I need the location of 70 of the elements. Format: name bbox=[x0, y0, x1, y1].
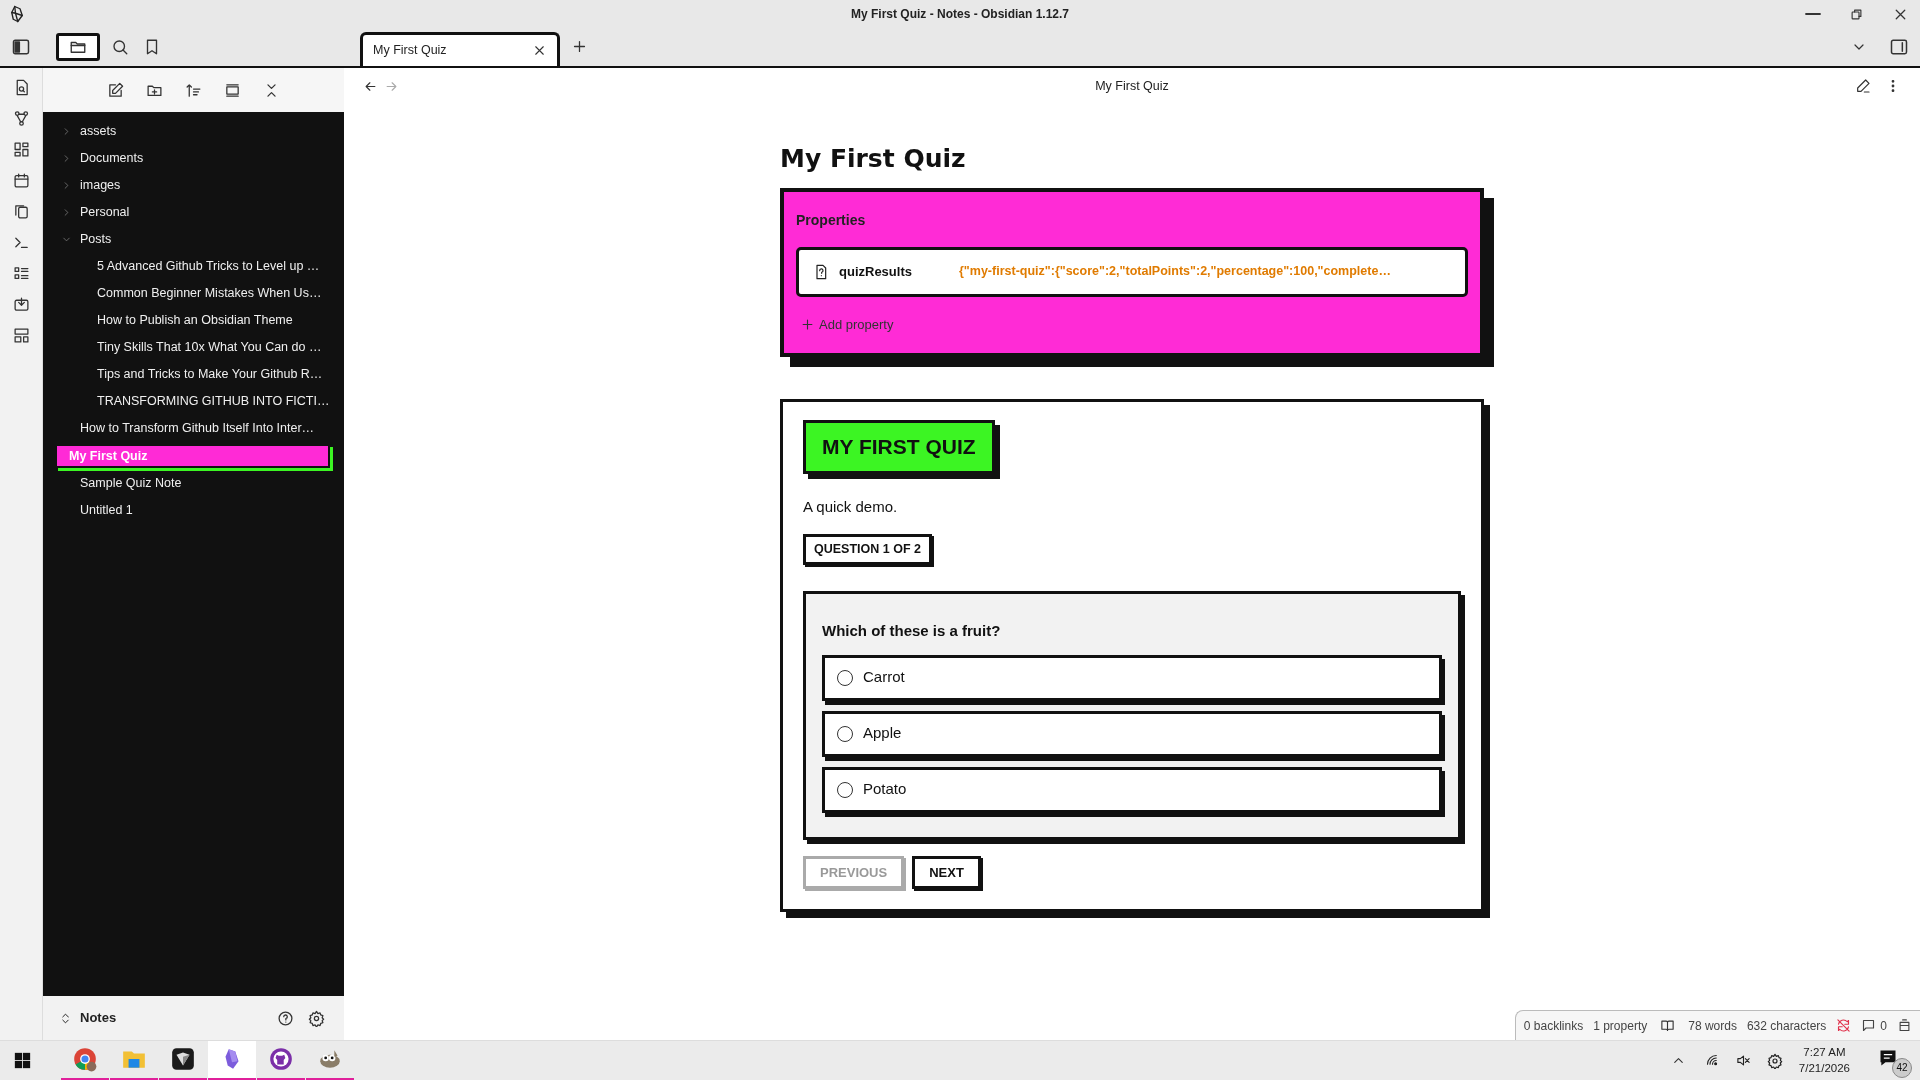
view-title: My First Quiz bbox=[1095, 77, 1169, 95]
folder-item[interactable]: assets bbox=[43, 118, 344, 145]
backlinks-count[interactable]: 0 backlinks bbox=[1523, 1016, 1584, 1035]
sidebar-icon bbox=[1889, 37, 1909, 57]
restore-icon bbox=[1849, 6, 1864, 22]
layout-icon bbox=[12, 327, 30, 344]
gear-icon bbox=[1766, 1052, 1783, 1069]
properties-heading: Properties bbox=[796, 210, 867, 230]
clock-date[interactable]: 7/21/2026 bbox=[1798, 1060, 1850, 1076]
copy-icon bbox=[12, 203, 30, 220]
file-item[interactable]: 5 Advanced Github Tricks to Level up … bbox=[43, 253, 344, 280]
word-count: 78 words bbox=[1688, 1017, 1737, 1035]
property-key: quizResults bbox=[839, 261, 959, 282]
settings-icon bbox=[308, 1009, 325, 1027]
question-counter: QUESTION 1 OF 2 bbox=[803, 534, 932, 565]
stack-icon bbox=[1897, 1018, 1912, 1033]
file-item[interactable]: Tips and Tricks to Make Your Github R… bbox=[43, 361, 344, 388]
file-item[interactable]: Untitled 1 bbox=[43, 497, 344, 524]
file-item[interactable]: How to Transform Github Itself Into Inter… bbox=[43, 415, 344, 442]
unknown-type-icon bbox=[813, 263, 829, 280]
comment-count: 0 bbox=[1880, 1017, 1887, 1035]
sort-icon bbox=[185, 81, 202, 99]
grid-icon bbox=[12, 141, 30, 158]
rectangle-icon bbox=[224, 81, 241, 99]
speaker-muted-icon bbox=[1735, 1053, 1751, 1068]
comment-icon bbox=[1861, 1018, 1877, 1033]
quiz-nav-button[interactable]: NEXT bbox=[912, 855, 981, 889]
cube-app-icon bbox=[170, 1046, 196, 1072]
folder-item[interactable]: Posts bbox=[43, 226, 344, 253]
pencil-square-icon bbox=[107, 81, 124, 99]
plus-icon bbox=[571, 38, 588, 55]
sidebar-icon bbox=[11, 37, 31, 57]
pencil-icon bbox=[1855, 78, 1871, 94]
file-item[interactable]: Tiny Skills That 10x What You Can do … bbox=[43, 334, 344, 361]
note-tab[interactable]: My First Quiz bbox=[360, 32, 560, 66]
vault-switcher-icon bbox=[59, 1011, 72, 1025]
vault-name[interactable]: Notes bbox=[80, 1008, 117, 1028]
wifi-icon bbox=[1704, 1053, 1720, 1068]
folder-item[interactable]: Personal bbox=[43, 199, 344, 226]
download-icon bbox=[12, 296, 30, 313]
close-icon bbox=[532, 43, 547, 58]
close-tab-button[interactable] bbox=[532, 43, 547, 58]
properties-count: 1 property bbox=[1593, 1017, 1648, 1035]
clock-time[interactable]: 7:27 AM bbox=[1798, 1045, 1850, 1061]
minimize-icon bbox=[1805, 12, 1821, 16]
file-item[interactable]: Common Beginner Mistakes When Us… bbox=[43, 280, 344, 307]
folder-item[interactable]: images bbox=[43, 172, 344, 199]
chrome-icon bbox=[72, 1046, 98, 1072]
start-button[interactable] bbox=[14, 1052, 31, 1069]
graph-icon bbox=[12, 110, 30, 127]
help-icon bbox=[277, 1009, 294, 1027]
notifications-button[interactable]: 42 bbox=[1874, 1043, 1912, 1078]
sync-off-icon bbox=[1836, 1018, 1852, 1033]
file-explorer-tab[interactable] bbox=[56, 33, 100, 61]
file-item[interactable]: Sample Quiz Note bbox=[43, 470, 344, 497]
quiz-description: A quick demo. bbox=[803, 496, 899, 517]
question-text: Which of these is a fruit? bbox=[822, 621, 1002, 641]
file-item[interactable]: How to Publish an Obsidian Theme bbox=[43, 307, 344, 334]
book-icon bbox=[1660, 1018, 1676, 1033]
calendar-icon bbox=[12, 172, 30, 189]
window-title: My First Quiz - Notes - Obsidian 1.12.7 bbox=[851, 6, 1069, 23]
note-title: My First Quiz bbox=[780, 143, 967, 175]
list-icon bbox=[12, 265, 30, 282]
folder-item[interactable]: Documents bbox=[43, 145, 344, 172]
add-property-button[interactable]: Add property bbox=[800, 314, 894, 334]
notification-count-badge: 42 bbox=[1892, 1057, 1912, 1078]
plus-icon bbox=[800, 316, 815, 332]
character-count: 632 characters bbox=[1746, 1017, 1827, 1035]
search-icon bbox=[111, 38, 129, 56]
file-item[interactable]: TRANSFORMING GITHUB INTO FICTI… bbox=[43, 388, 344, 415]
